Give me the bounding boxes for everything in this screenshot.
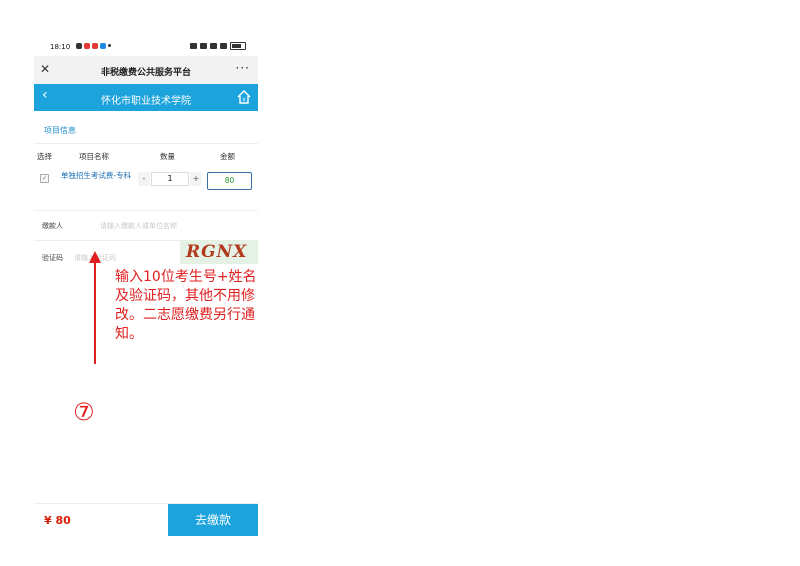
alarm-icon — [190, 43, 197, 49]
divider — [34, 210, 258, 211]
signal-icon — [210, 43, 217, 49]
captcha-label: 验证码 — [42, 254, 63, 262]
amount-field[interactable]: 80 — [207, 172, 252, 190]
svg-text:¥: ¥ — [242, 98, 245, 104]
divider — [34, 143, 258, 144]
battery-icon — [230, 42, 246, 50]
total-amount: ¥ 80 — [44, 514, 71, 527]
annotation-text: 输入10位考生号+姓名及验证码，其他不用修改。二志愿缴费另行通知。 — [115, 269, 257, 342]
chat-icon — [76, 43, 82, 49]
payer-label: 缴款人 — [42, 222, 63, 230]
home-icon[interactable]: ¥ — [236, 89, 252, 105]
increment-button[interactable]: + — [190, 172, 202, 186]
signal-icon — [220, 43, 227, 49]
quantity-stepper[interactable]: - 1 + — [138, 172, 202, 186]
header-quantity: 数量 — [160, 152, 175, 161]
title-bar: ✕ 非税缴费公共服务平台 ··· — [34, 56, 258, 84]
system-icons — [190, 42, 246, 50]
annotation-arrow — [94, 262, 96, 364]
status-time: 18:10 — [50, 43, 71, 51]
footer-bar: ¥ 80 去缴款 — [34, 503, 258, 536]
header-item-name: 项目名称 — [79, 152, 109, 161]
page-title: 非税缴费公共服务平台 — [100, 68, 191, 78]
pay-button[interactable]: 去缴款 — [168, 504, 258, 536]
section-title: 项目信息 — [44, 126, 76, 135]
captcha-image[interactable]: RGNX — [180, 240, 258, 264]
item-name: 单独招生考试费-专科 — [60, 171, 132, 180]
payer-input[interactable]: 请输入缴款人或单位名称 — [100, 221, 177, 231]
school-title: 怀化市职业技术学院 — [101, 96, 191, 107]
more-menu-icon[interactable]: ··· — [236, 61, 250, 75]
captcha-text: RGNX — [186, 242, 248, 262]
step-number: ⑦ — [73, 398, 95, 426]
item-checkbox[interactable]: ✓ — [40, 174, 49, 183]
wifi-icon — [200, 43, 207, 49]
nav-bar: ‹ 怀化市职业技术学院 ¥ — [34, 84, 258, 111]
quantity-field[interactable]: 1 — [151, 172, 189, 186]
status-bar: 18:10 — [34, 38, 258, 56]
header-select: 选择 — [37, 152, 52, 161]
dot-icon — [108, 44, 111, 47]
app-icon — [92, 43, 98, 49]
app-icon — [100, 43, 106, 49]
app-icon — [84, 43, 90, 49]
decrement-button[interactable]: - — [138, 172, 150, 186]
header-amount: 金额 — [220, 152, 235, 161]
notification-icons — [76, 43, 111, 49]
